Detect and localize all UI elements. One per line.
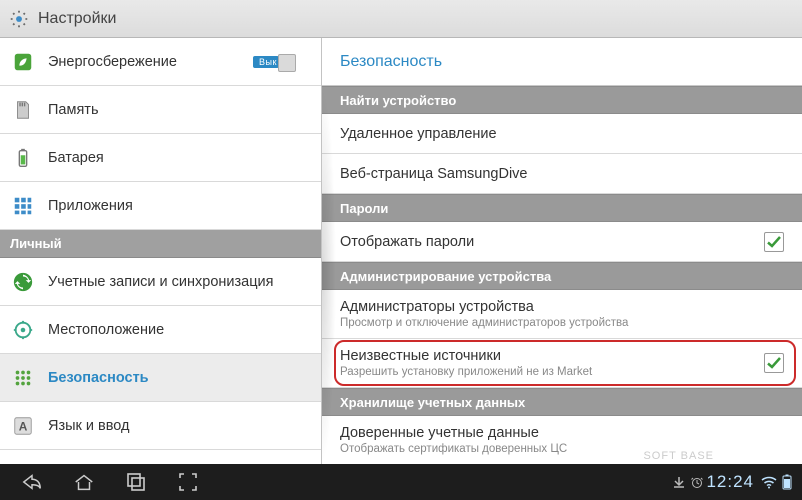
system-navbar: 12:24 (0, 464, 802, 500)
recent-apps-button[interactable] (110, 467, 162, 497)
sidebar-item-accounts[interactable]: Учетные записи и синхронизация (0, 258, 321, 306)
item-subtitle: Разрешить установку приложений не из Mar… (340, 366, 764, 378)
sidebar-item-apps[interactable]: Приложения (0, 182, 321, 230)
item-subtitle: Просмотр и отключение администраторов ус… (340, 317, 784, 329)
item-title: Администраторы устройства (340, 299, 784, 315)
wifi-icon (760, 467, 778, 497)
apps-grid-icon (10, 193, 36, 219)
leaf-icon (10, 49, 36, 75)
detail-scroll[interactable]: Найти устройство Удаленное управление Ве… (322, 86, 802, 464)
battery-icon (10, 145, 36, 171)
home-button[interactable] (58, 467, 110, 497)
item-trusted-creds[interactable]: Доверенные учетные данные Отображать сер… (322, 416, 802, 464)
clock[interactable]: 12:24 (706, 472, 754, 492)
section-find-device: Найти устройство (322, 86, 802, 114)
item-title: Доверенные учетные данные (340, 425, 784, 441)
sidebar-label: Язык и ввод (48, 418, 311, 434)
back-button[interactable] (6, 467, 58, 497)
detail-title: Безопасность (322, 38, 802, 86)
detail-pane: Безопасность Найти устройство Удаленное … (322, 38, 802, 464)
titlebar: Настройки (0, 0, 802, 38)
sidebar-group-personal: Личный (0, 230, 321, 258)
energy-toggle[interactable]: Вык (253, 56, 307, 68)
sidebar-label: Память (48, 102, 311, 118)
checkbox-checked-icon[interactable] (764, 232, 784, 252)
sdcard-icon (10, 97, 36, 123)
sidebar-label: Батарея (48, 150, 311, 166)
section-credential-store: Хранилище учетных данных (322, 388, 802, 416)
sidebar-item-language[interactable]: A Язык и ввод (0, 402, 321, 450)
item-samsungdive[interactable]: Веб-страница SamsungDive (322, 154, 802, 194)
section-passwords: Пароли (322, 194, 802, 222)
toggle-off-text: Вык (253, 56, 279, 68)
settings-gear-icon (8, 8, 30, 30)
screenshot-button[interactable] (162, 467, 214, 497)
item-title: Удаленное управление (340, 126, 784, 142)
sidebar-label: Учетные записи и синхронизация (48, 274, 311, 290)
section-device-admin: Администрирование устройства (322, 262, 802, 290)
download-icon (670, 467, 688, 497)
screen: Настройки Энергосбережение Вык Память (0, 0, 802, 500)
titlebar-title: Настройки (38, 10, 116, 28)
sidebar: Энергосбережение Вык Память Батарея (0, 38, 322, 464)
battery-status-icon (778, 467, 796, 497)
sidebar-label: Местоположение (48, 322, 311, 338)
sidebar-item-location[interactable]: Местоположение (0, 306, 321, 354)
item-title: Отображать пароли (340, 234, 764, 250)
item-title: Неизвестные источники (340, 348, 764, 364)
item-unknown-sources[interactable]: Неизвестные источники Разрешить установк… (322, 339, 802, 388)
security-grid-icon (10, 365, 36, 391)
keyboard-letter-icon: A (10, 413, 36, 439)
alarm-icon (688, 467, 706, 497)
location-icon (10, 317, 36, 343)
item-remote-control[interactable]: Удаленное управление (322, 114, 802, 154)
item-subtitle: Отображать сертификаты доверенных ЦС (340, 443, 784, 455)
item-title: Веб-страница SamsungDive (340, 166, 784, 182)
sidebar-item-energy[interactable]: Энергосбережение Вык (0, 38, 321, 86)
svg-text:A: A (19, 419, 28, 433)
sidebar-label: Энергосбережение (48, 54, 253, 70)
sidebar-item-battery[interactable]: Батарея (0, 134, 321, 182)
checkbox-checked-icon[interactable] (764, 353, 784, 373)
item-show-passwords[interactable]: Отображать пароли (322, 222, 802, 262)
sidebar-item-storage[interactable]: Память (0, 86, 321, 134)
sidebar-label: Приложения (48, 198, 311, 214)
sidebar-item-backup[interactable]: Резервное копирование и сброс (0, 450, 321, 464)
sync-icon (10, 269, 36, 295)
sidebar-item-security[interactable]: Безопасность (0, 354, 321, 402)
sidebar-label: Безопасность (48, 370, 311, 386)
item-device-admins[interactable]: Администраторы устройства Просмотр и отк… (322, 290, 802, 339)
